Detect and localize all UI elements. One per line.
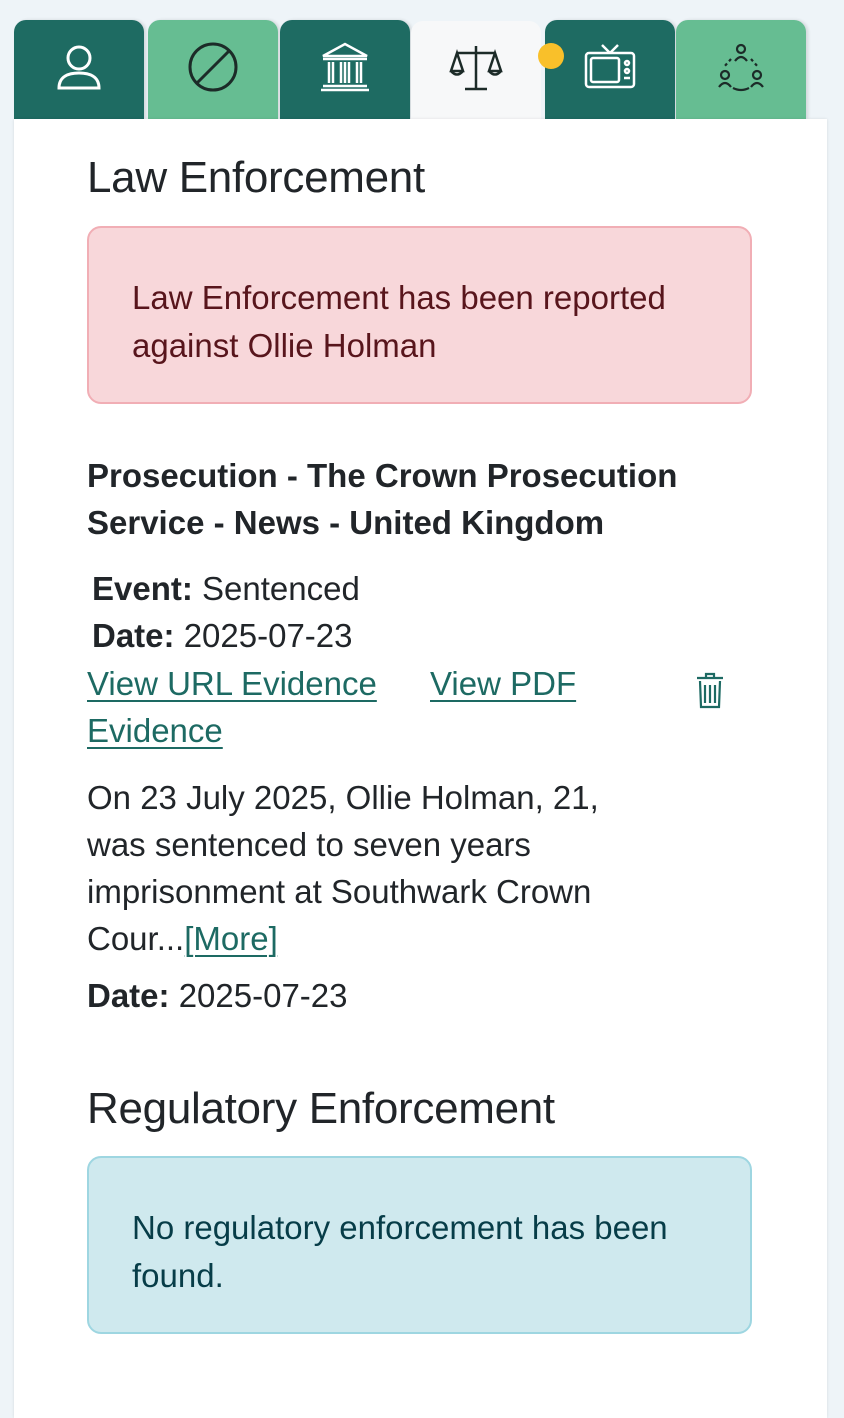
event-value: Sentenced [202, 570, 360, 607]
date-label: Date: [92, 617, 175, 654]
trash-icon[interactable] [694, 670, 726, 710]
regulatory-info-text: No regulatory enforcement has been found… [132, 1209, 668, 1294]
profile-tab[interactable] [14, 20, 144, 119]
law-enforcement-alert: Law Enforcement has been reported agains… [87, 226, 752, 404]
source-title: Prosecution - The Crown Prosecution Serv… [87, 457, 678, 541]
person-icon [57, 45, 101, 89]
tv-icon [584, 43, 636, 88]
footer-date-label: Date: [87, 977, 170, 1014]
sanctions-tab[interactable] [148, 20, 278, 119]
law-tab[interactable] [411, 21, 541, 120]
footer-date-value: 2025-07-23 [178, 977, 348, 1014]
institution-tab[interactable] [280, 20, 410, 119]
summary-text: On 23 July 2025, Ollie Holman, 21, was s… [87, 779, 599, 957]
notification-dot [538, 43, 564, 69]
event-field: Event: Sentenced [92, 565, 360, 612]
date-value: 2025-07-23 [183, 617, 353, 654]
record-summary: On 23 July 2025, Ollie Holman, 21, was s… [87, 774, 647, 962]
bank-icon [321, 42, 369, 91]
footer-date-field: Date: 2025-07-23 [87, 972, 348, 1019]
evidence-links: View URL Evidence View PDF Evidence [87, 660, 647, 754]
regulatory-enforcement-heading: Regulatory Enforcement [87, 1084, 555, 1133]
law-enforcement-alert-text: Law Enforcement has been reported agains… [132, 279, 666, 364]
prohibited-icon [188, 42, 238, 91]
law-enforcement-heading: Law Enforcement [87, 153, 425, 202]
category-tabs [14, 20, 810, 120]
date-field: Date: 2025-07-23 [92, 612, 353, 659]
regulatory-info-alert: No regulatory enforcement has been found… [87, 1156, 752, 1334]
view-url-evidence-link[interactable]: View URL Evidence [87, 665, 377, 702]
event-label: Event: [92, 570, 193, 607]
media-tab[interactable] [545, 20, 675, 119]
network-icon [718, 43, 764, 91]
network-tab[interactable] [676, 20, 806, 119]
more-link[interactable]: [More] [184, 920, 278, 957]
scales-icon [449, 45, 503, 90]
